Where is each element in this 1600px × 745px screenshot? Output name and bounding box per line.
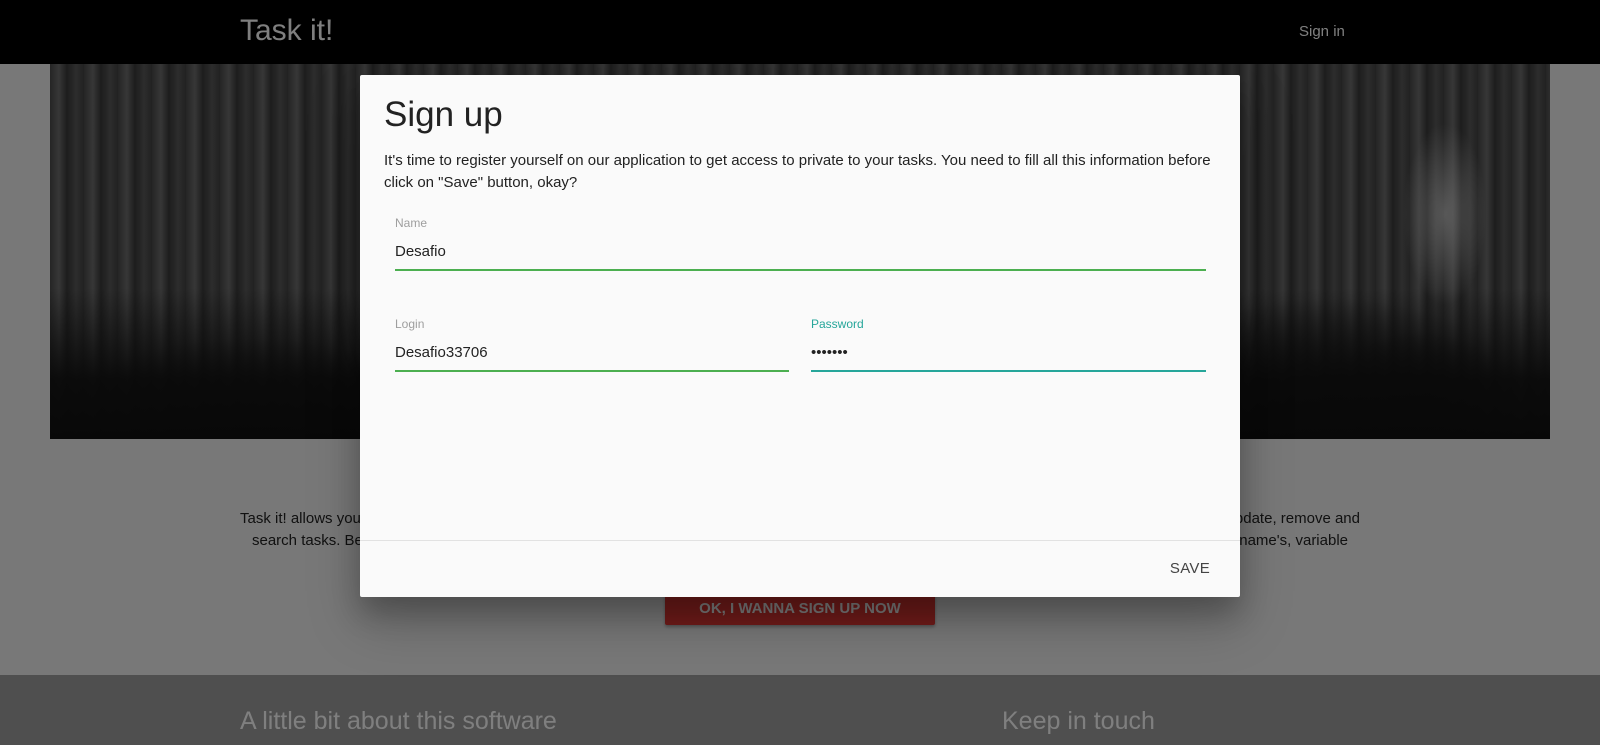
save-button[interactable]: SAVE bbox=[1164, 557, 1216, 581]
login-field: Login bbox=[395, 317, 789, 372]
password-field: Password bbox=[811, 317, 1206, 372]
modal-description: It's time to register yourself on our ap… bbox=[384, 152, 1211, 191]
login-label: Login bbox=[395, 317, 425, 331]
signup-modal: Sign up It's time to register yourself o… bbox=[360, 75, 1240, 597]
password-label: Password bbox=[811, 317, 864, 331]
password-input[interactable] bbox=[811, 335, 1206, 371]
login-input[interactable] bbox=[395, 335, 789, 371]
name-input[interactable] bbox=[395, 234, 1206, 270]
name-label: Name bbox=[395, 216, 428, 230]
name-field: Name bbox=[395, 216, 1206, 271]
modal-footer: SAVE bbox=[360, 540, 1240, 598]
modal-title: Sign up bbox=[384, 95, 503, 134]
page: Task it! Sign in Task it! allows you pda… bbox=[0, 0, 1600, 745]
